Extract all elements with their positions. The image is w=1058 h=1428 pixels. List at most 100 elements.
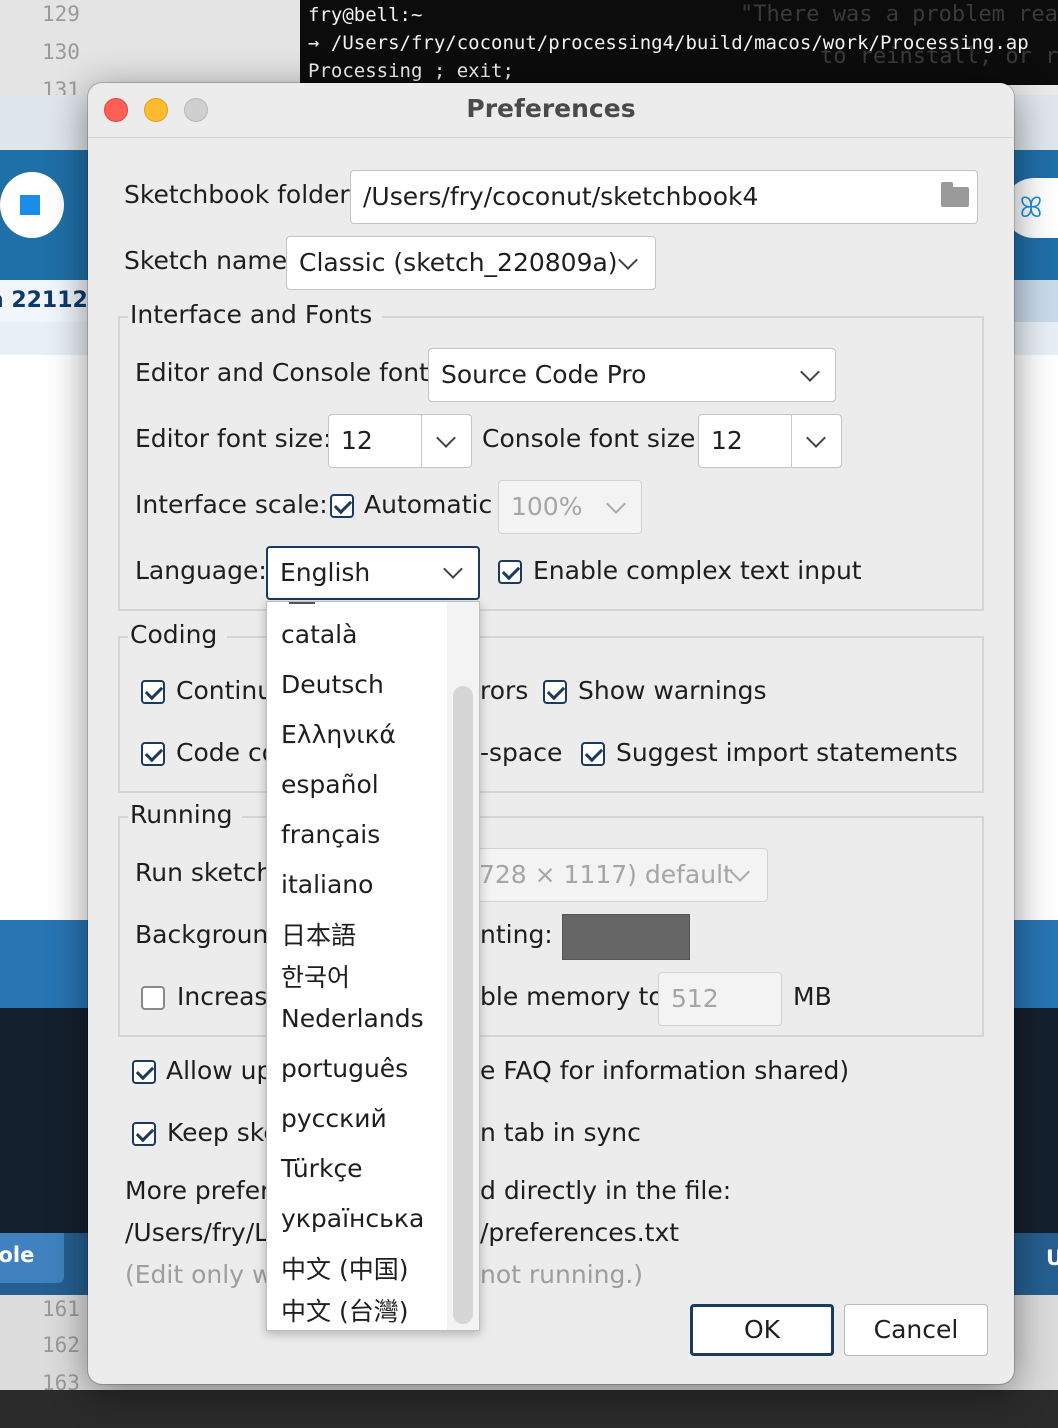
chevron-down-icon[interactable]: [436, 428, 456, 448]
language-option[interactable]: 中文 (中国): [281, 1250, 408, 1286]
memory-label: ble memory to: [480, 982, 664, 1011]
memory-value: 512: [671, 984, 719, 1013]
running-title: Running: [128, 800, 243, 829]
edit-note-end: not running.): [480, 1260, 644, 1289]
prefs-path-end: /preferences.txt: [480, 1218, 680, 1247]
code-completion-checkbox[interactable]: [141, 742, 165, 766]
background-color-swatch[interactable]: [562, 914, 690, 960]
console-right-label: U: [1046, 1246, 1058, 1270]
code-completion-label: Code co: [176, 738, 277, 767]
suggest-imports-checkbox[interactable]: [581, 742, 605, 766]
keep-sketch-checkbox[interactable]: [132, 1122, 156, 1146]
sketchbook-folder-label: Sketchbook folder: [124, 180, 350, 209]
complex-text-input-checkbox[interactable]: [498, 560, 522, 584]
scale-value: 100%: [511, 492, 583, 521]
ok-button[interactable]: OK: [690, 1304, 834, 1356]
increase-memory-checkbox[interactable]: [141, 986, 165, 1010]
sketchbook-folder-field[interactable]: /Users/fry/coconut/sketchbook4: [350, 170, 978, 224]
terminal-line: → /Users/fry/coconut/processing4/build/m…: [308, 32, 1029, 54]
coding-title: Coding: [128, 620, 228, 649]
memory-unit: MB: [793, 982, 832, 1011]
language-option[interactable]: українська: [281, 1204, 424, 1233]
display-value: 728 × 1117) default: [479, 860, 733, 889]
keep-sketch-label: Keep ske: [167, 1118, 279, 1147]
language-option[interactable]: русский: [281, 1104, 387, 1133]
console-tab[interactable]: sole: [0, 1233, 64, 1283]
console-font-size-label: Console font size:: [482, 424, 704, 453]
interface-scale-label: Interface scale:: [135, 490, 328, 519]
chevron-down-icon: [730, 862, 750, 882]
faq-label: e FAQ for information shared): [480, 1056, 850, 1085]
popup-scrollbar-thumb[interactable]: [453, 686, 473, 1324]
tab-sync-label: n tab in sync: [480, 1118, 641, 1147]
automatic-scale-label: Automatic: [364, 490, 493, 519]
run-sketches-label: Run sketch: [135, 858, 273, 887]
allow-updates-checkbox[interactable]: [132, 1060, 156, 1084]
sketch-name-dropdown[interactable]: Classic (sketch_220809a): [286, 236, 656, 290]
language-option[interactable]: Deutsch: [281, 670, 384, 699]
language-popup-menu: català Deutsch Ελληνικά español français…: [266, 601, 480, 1331]
cancel-button[interactable]: Cancel: [844, 1304, 988, 1356]
language-option[interactable]: italiano: [281, 870, 373, 899]
display-dropdown: 728 × 1117) default: [448, 848, 768, 902]
clipped-item: [289, 602, 315, 604]
edited-directly-label: d directly in the file:: [480, 1176, 732, 1205]
dialog-titlebar: Preferences: [88, 83, 1014, 138]
language-option[interactable]: Nederlands: [281, 1004, 424, 1033]
language-option[interactable]: français: [281, 820, 380, 849]
scale-dropdown: 100%: [498, 480, 642, 534]
continuous-check-label: Continu: [176, 676, 274, 705]
language-option[interactable]: Türkçe: [281, 1154, 363, 1183]
console-font-dropdown[interactable]: Source Code Pro: [428, 348, 836, 402]
language-option[interactable]: català: [281, 620, 357, 649]
ctrl-space-label: -space: [480, 738, 563, 767]
presenting-label: nting:: [480, 920, 553, 949]
show-errors-label: rors: [480, 676, 529, 705]
automatic-scale-checkbox[interactable]: [330, 494, 354, 518]
sketchbook-folder-value: /Users/fry/coconut/sketchbook4: [363, 182, 759, 211]
language-option[interactable]: español: [281, 770, 379, 799]
background-terminal: "There was a problem reading the langu t…: [300, 0, 1058, 85]
more-prefs-label: More prefere: [125, 1176, 286, 1205]
stop-icon: [20, 195, 40, 215]
continuous-check-checkbox[interactable]: [141, 680, 165, 704]
terminal-ghost-text: "There was a problem reading the langu: [740, 2, 1058, 27]
language-option[interactable]: português: [281, 1054, 408, 1083]
sketch-tab[interactable]: h 22112: [0, 280, 90, 322]
dialog-title: Preferences: [466, 94, 636, 123]
language-option[interactable]: Ελληνικά: [281, 720, 396, 749]
suggest-imports-label: Suggest import statements: [616, 738, 958, 767]
allow-updates-label: Allow up: [166, 1056, 273, 1085]
memory-input: 512: [658, 972, 782, 1026]
sketch-name-value: Classic (sketch_220809a): [299, 248, 618, 277]
complex-text-input-label: Enable complex text input: [533, 556, 862, 585]
prefs-path-start: /Users/fry/L: [125, 1218, 269, 1247]
chevron-down-icon[interactable]: [806, 428, 826, 448]
terminal-line: fry@bell:~: [308, 4, 423, 26]
line-number: 129: [42, 2, 80, 26]
edit-note-start: (Edit only wl: [125, 1260, 280, 1289]
language-option[interactable]: 한국어: [281, 958, 350, 994]
chevron-down-icon: [618, 250, 638, 270]
console-font-size-combo[interactable]: 12: [698, 414, 842, 468]
show-warnings-checkbox[interactable]: [543, 680, 567, 704]
chevron-down-icon: [800, 362, 820, 382]
line-number: 130: [42, 40, 80, 64]
combo-separator: [791, 415, 792, 467]
line-number: 162: [42, 1333, 80, 1357]
folder-icon[interactable]: [941, 182, 969, 207]
coding-group: [118, 636, 984, 793]
language-value: English: [280, 558, 371, 587]
console-font-size-value: 12: [711, 426, 743, 455]
language-option[interactable]: 日本語: [281, 916, 356, 952]
background-editor-top: 129 130 131: [0, 0, 300, 102]
console-font-value: Source Code Pro: [441, 360, 647, 389]
sketch-name-label: Sketch name: [124, 246, 288, 275]
language-option[interactable]: 中文 (台灣): [281, 1292, 408, 1328]
language-dropdown[interactable]: English: [266, 546, 480, 600]
combo-separator: [421, 415, 422, 467]
editor-font-size-combo[interactable]: 12: [328, 414, 472, 468]
terminal-line: Processing ; exit;: [308, 60, 514, 82]
editor-font-size-label: Editor font size:: [135, 424, 332, 453]
console-font-label: Editor and Console font:: [135, 358, 438, 387]
